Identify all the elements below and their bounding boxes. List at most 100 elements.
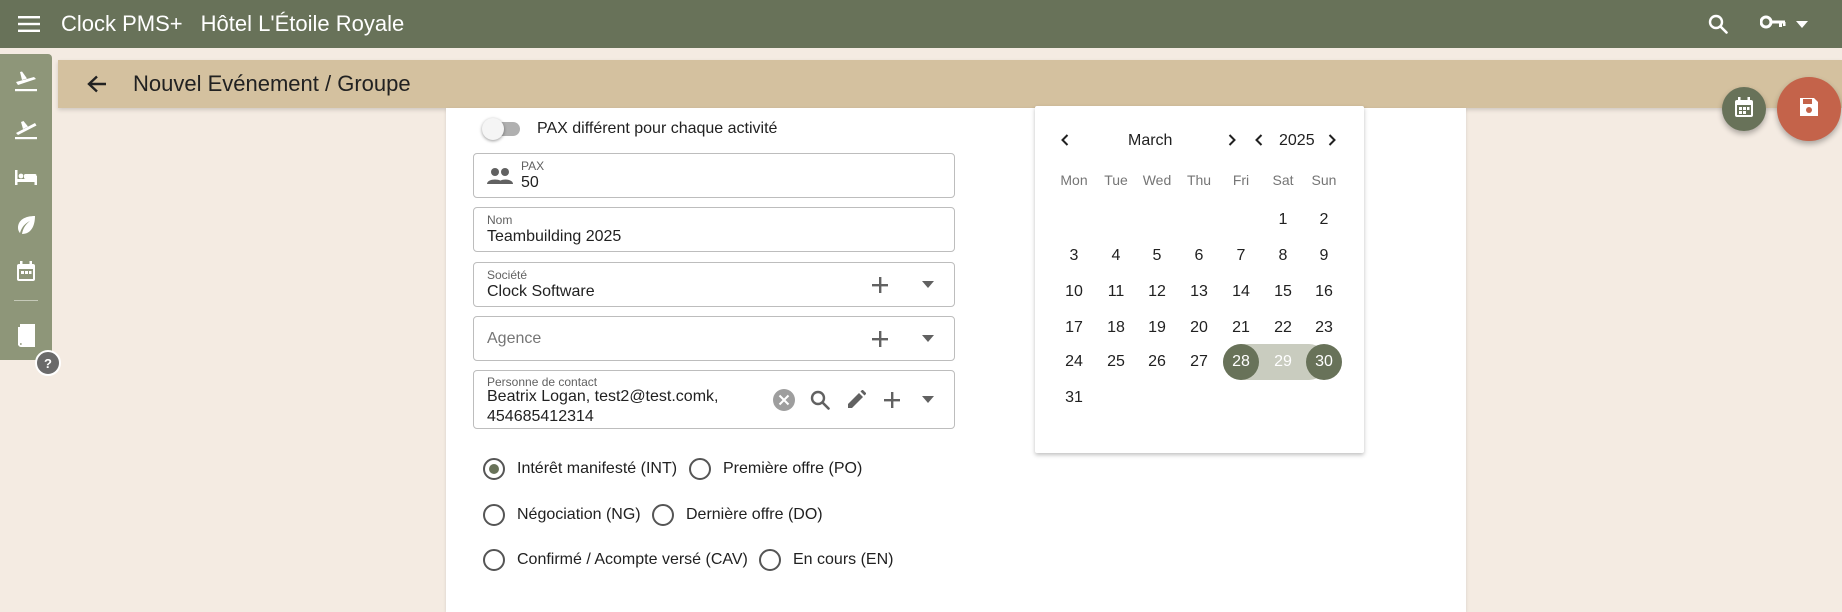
calendar-day[interactable]: 19 bbox=[1139, 310, 1175, 346]
status-radio-int[interactable]: Intérêt manifesté (INT) bbox=[483, 458, 677, 480]
toggle-label: PAX différent pour chaque activité bbox=[537, 120, 778, 137]
calendar-day[interactable]: 23 bbox=[1306, 310, 1342, 346]
departure-icon[interactable] bbox=[11, 114, 41, 144]
calendar-day[interactable]: 27 bbox=[1181, 344, 1217, 380]
calendar-day[interactable]: 1 bbox=[1265, 202, 1301, 238]
plus-icon[interactable] bbox=[874, 382, 910, 418]
radio-button[interactable] bbox=[483, 549, 505, 571]
calendar-day[interactable]: 16 bbox=[1306, 274, 1342, 310]
status-radio-en[interactable]: En cours (EN) bbox=[759, 549, 893, 571]
calendar-day[interactable]: 4 bbox=[1098, 238, 1134, 274]
key-menu-button[interactable] bbox=[1759, 15, 1808, 34]
calendar-day[interactable]: 10 bbox=[1056, 274, 1092, 310]
toggle-track[interactable] bbox=[482, 118, 520, 140]
dropdown-arrow-icon[interactable] bbox=[910, 382, 946, 418]
weekday-label: Thu bbox=[1186, 172, 1212, 188]
calendar-day[interactable]: 18 bbox=[1098, 310, 1134, 346]
dropdown-arrow-icon[interactable] bbox=[910, 267, 946, 303]
status-radio-ng[interactable]: Négociation (NG) bbox=[483, 504, 641, 526]
calendar-day[interactable]: 6 bbox=[1181, 238, 1217, 274]
date-range-calendar: March 2025 Mon Tue Wed Thu Fri Sat Sun 1… bbox=[1035, 106, 1364, 453]
save-button[interactable] bbox=[1777, 77, 1841, 141]
page-title: Nouvel Evénement / Groupe bbox=[133, 71, 411, 96]
calendar-day[interactable]: 25 bbox=[1098, 344, 1134, 380]
back-arrow-icon[interactable] bbox=[79, 66, 115, 102]
bed-icon[interactable] bbox=[11, 162, 41, 192]
calendar-day[interactable]: 11 bbox=[1098, 274, 1134, 310]
calendar-day[interactable]: 17 bbox=[1056, 310, 1092, 346]
arrival-icon[interactable] bbox=[11, 66, 41, 96]
pax-per-activity-toggle[interactable]: PAX différent pour chaque activité bbox=[482, 118, 778, 140]
weekday-label: Fri bbox=[1232, 172, 1250, 188]
nom-value[interactable]: Teambuilding 2025 bbox=[487, 228, 621, 246]
radio-button[interactable] bbox=[759, 549, 781, 571]
status-radio-cav[interactable]: Confirmé / Acompte versé (CAV) bbox=[483, 549, 748, 571]
societe-label: Société bbox=[487, 268, 528, 282]
calendar-day[interactable]: 5 bbox=[1139, 238, 1175, 274]
search-icon[interactable] bbox=[1698, 0, 1738, 48]
search-icon[interactable] bbox=[802, 382, 838, 418]
calendar-day[interactable]: 9 bbox=[1306, 238, 1342, 274]
radio-label: Intérêt manifesté (INT) bbox=[517, 460, 678, 477]
calendar-day[interactable]: 2 bbox=[1306, 202, 1342, 238]
radio-button[interactable] bbox=[483, 458, 505, 480]
toggle-thumb[interactable] bbox=[482, 118, 504, 140]
clear-icon[interactable] bbox=[766, 382, 802, 418]
calendar-day[interactable]: 20 bbox=[1181, 310, 1217, 346]
calendar-day[interactable]: 22 bbox=[1265, 310, 1301, 346]
calendar-day[interactable]: 13 bbox=[1181, 274, 1217, 310]
radio-button[interactable] bbox=[689, 458, 711, 480]
calendar-fab-button[interactable] bbox=[1722, 87, 1766, 131]
weekday-label: Tue bbox=[1104, 172, 1128, 188]
calendar-day[interactable]: 12 bbox=[1139, 274, 1175, 310]
status-radio-po[interactable]: Première offre (PO) bbox=[689, 458, 862, 480]
status-radio-do[interactable]: Dernière offre (DO) bbox=[652, 504, 823, 526]
dropdown-arrow-icon[interactable] bbox=[910, 321, 946, 357]
menu-icon[interactable] bbox=[0, 0, 58, 48]
prev-year-chevron-icon[interactable] bbox=[1249, 130, 1269, 150]
calendar-day[interactable]: 21 bbox=[1223, 310, 1259, 346]
leaf-icon[interactable] bbox=[11, 210, 41, 240]
pencil-icon[interactable] bbox=[838, 382, 874, 418]
calendar-day-range-end[interactable]: 30 bbox=[1306, 344, 1342, 380]
pax-field[interactable]: PAX 50 bbox=[473, 153, 955, 198]
next-month-chevron-icon[interactable] bbox=[1222, 130, 1242, 150]
app-bar: Clock PMS+ Hôtel L'Étoile Royale bbox=[0, 0, 1842, 48]
calendar-icon[interactable] bbox=[11, 256, 41, 286]
plus-icon[interactable] bbox=[862, 321, 898, 357]
weekday-label: Wed bbox=[1142, 172, 1172, 188]
weekday-label: Mon bbox=[1060, 172, 1088, 188]
calendar-day[interactable]: 24 bbox=[1056, 344, 1092, 380]
book-icon[interactable] bbox=[11, 320, 41, 350]
calendar-day[interactable]: 31 bbox=[1056, 380, 1092, 416]
calendar-month[interactable]: March bbox=[1128, 132, 1172, 150]
radio-button[interactable] bbox=[652, 504, 674, 526]
people-icon bbox=[487, 167, 513, 190]
calendar-day[interactable]: 3 bbox=[1056, 238, 1092, 274]
help-icon[interactable]: ? bbox=[35, 350, 61, 376]
calendar-day-in-range[interactable]: 29 bbox=[1265, 344, 1301, 380]
contact-value-line2[interactable]: 454685412314 bbox=[487, 408, 594, 426]
radio-button[interactable] bbox=[483, 504, 505, 526]
radio-label: Confirmé / Acompte versé (CAV) bbox=[517, 551, 748, 568]
prev-month-chevron-icon[interactable] bbox=[1055, 130, 1075, 150]
calendar-year[interactable]: 2025 bbox=[1279, 132, 1315, 150]
calendar-day[interactable]: 15 bbox=[1265, 274, 1301, 310]
calendar-day[interactable]: 26 bbox=[1139, 344, 1175, 380]
plus-icon[interactable] bbox=[862, 267, 898, 303]
next-year-chevron-icon[interactable] bbox=[1322, 130, 1342, 150]
calendar-day[interactable]: 7 bbox=[1223, 238, 1259, 274]
agence-field[interactable]: Agence bbox=[473, 316, 955, 361]
societe-value[interactable]: Clock Software bbox=[487, 283, 595, 301]
nom-label: Nom bbox=[487, 213, 513, 227]
nom-field[interactable]: Nom Teambuilding 2025 bbox=[473, 207, 955, 252]
calendar-day[interactable]: 8 bbox=[1265, 238, 1301, 274]
contact-label: Personne de contact bbox=[487, 375, 598, 389]
contact-field[interactable]: Personne de contact Beatrix Logan, test2… bbox=[473, 370, 955, 429]
side-rail bbox=[0, 54, 52, 360]
societe-field[interactable]: Société Clock Software bbox=[473, 262, 955, 307]
pax-value[interactable]: 50 bbox=[521, 174, 539, 192]
calendar-day-range-start[interactable]: 28 bbox=[1223, 344, 1259, 380]
calendar-day[interactable]: 14 bbox=[1223, 274, 1259, 310]
contact-value-line1[interactable]: Beatrix Logan, test2@test.comk, bbox=[487, 388, 718, 406]
